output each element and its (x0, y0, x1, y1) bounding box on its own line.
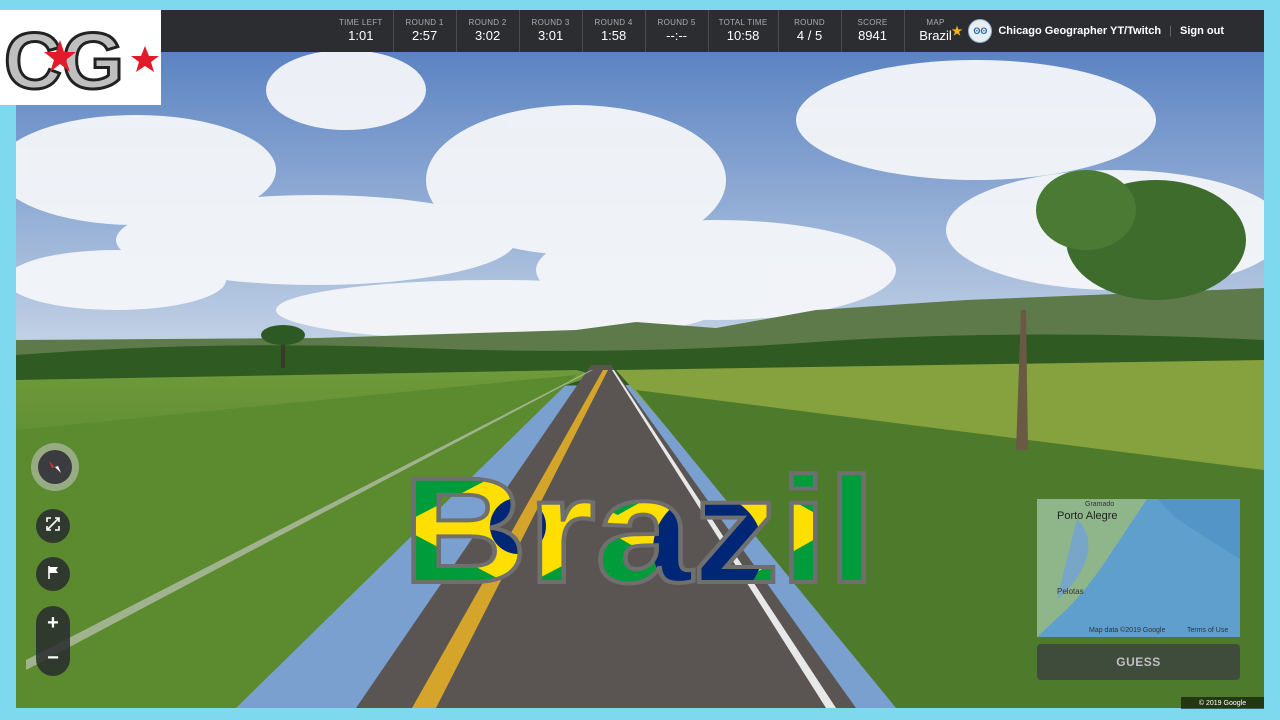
map-terms-link[interactable]: Terms of Use (1187, 627, 1228, 634)
flag-icon (45, 564, 61, 585)
expand-icon (45, 516, 61, 537)
country-title-overlay: Brazil (398, 444, 880, 616)
guess-button[interactable]: GUESS (1037, 644, 1240, 680)
google-copyright: © 2019 Google (1181, 697, 1264, 709)
stat-round-3: ROUND 3 3:01 (520, 10, 583, 52)
stat-round-1: ROUND 1 2:57 (394, 10, 457, 52)
game-hud-bar: TIME LEFT 1:01 ROUND 1 2:57 ROUND 2 3:02 RO… (161, 10, 1264, 52)
map-city-pelotas: Pelotas (1057, 587, 1084, 596)
stat-round-2: ROUND 2 3:02 (457, 10, 520, 52)
stat-round: ROUND 4 / 5 (779, 10, 842, 52)
map-city-porto-alegre: Porto Alegre (1057, 510, 1118, 522)
channel-logo: CG (0, 10, 161, 105)
pro-star-icon: ★ (951, 24, 963, 38)
minus-icon[interactable]: − (47, 641, 59, 676)
stat-round-5: ROUND 5 --:-- (646, 10, 709, 52)
user-name-link[interactable]: Chicago Geographer YT/Twitch (998, 25, 1161, 37)
stat-score: SCORE 8941 (842, 10, 905, 52)
stat-round-4: ROUND 4 1:58 (583, 10, 646, 52)
map-city-gramado: Gramado (1085, 501, 1115, 508)
fullscreen-button[interactable] (36, 509, 70, 543)
overlay-title-text: Brazil (402, 454, 876, 599)
sign-out-link[interactable]: Sign out (1180, 25, 1224, 37)
user-area: ★ ʘʘ Chicago Geographer YT/Twitch | Sign… (952, 10, 1224, 52)
guess-minimap[interactable]: Gramado Porto Alegre Pelotas Map data ©2… (1037, 499, 1240, 637)
user-avatar[interactable]: ʘʘ (968, 19, 993, 43)
map-data-attribution: Map data ©2019 Google (1089, 627, 1166, 634)
compass-button[interactable] (31, 443, 79, 491)
compass-icon (38, 450, 72, 484)
stat-time-left: TIME LEFT 1:01 (329, 10, 394, 52)
separator: | (1169, 25, 1172, 37)
stat-total-time: TOTAL TIME 10:58 (709, 10, 779, 52)
plus-icon[interactable]: + (47, 606, 59, 641)
game-stats: TIME LEFT 1:01 ROUND 1 2:57 ROUND 2 3:02 RO… (329, 10, 967, 52)
zoom-control: + − (36, 606, 70, 676)
return-to-start-button[interactable] (36, 557, 70, 591)
